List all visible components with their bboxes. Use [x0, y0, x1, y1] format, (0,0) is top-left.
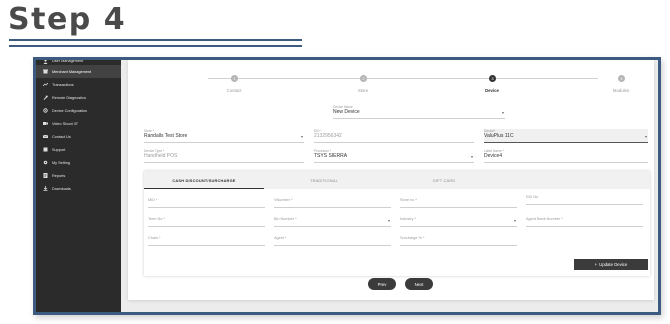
bin-number-select[interactable]: Bin Number * [274, 216, 391, 227]
step-3-label: Device [485, 88, 499, 93]
heading-underline-top [9, 39, 302, 41]
edi-no-input[interactable]: EDI No [526, 194, 643, 205]
processor-tabs-card: CASH DISCOUNT/SURCHARGE TRADITIONAL GIFT… [144, 171, 650, 276]
sidebar-item-label: Transactions [52, 82, 74, 87]
sidebar-item-label: Support [52, 147, 66, 152]
device-type-field[interactable]: Device Type * Handheld POS [144, 149, 304, 163]
main-content: 1 2 3 4 Contact Store Device Modules Dev… [128, 60, 654, 300]
report-icon [42, 173, 48, 179]
device-name-select[interactable]: Device Name New Device [333, 105, 505, 119]
sidebar-item-contact-us[interactable]: Contact Us [36, 130, 121, 143]
step-connector [208, 78, 338, 79]
agent-bank-number-input[interactable]: Agent Bank Number * [526, 216, 643, 227]
sidebar-item-label: Merchant Management [52, 69, 92, 74]
step-connector [338, 78, 468, 79]
chevron-down-icon [502, 112, 504, 114]
gear-icon [42, 108, 48, 114]
industry-select[interactable]: Industry * [400, 216, 517, 227]
store-select[interactable]: Store * Randalls Test Store [144, 129, 304, 143]
support-icon [42, 147, 48, 153]
step-2-label: Store [357, 88, 369, 93]
update-device-button[interactable]: + Update Device [574, 259, 648, 270]
label-name-field[interactable]: Label Name * Device4 [484, 149, 648, 163]
term-no-input[interactable]: Term No * [148, 216, 265, 227]
plus-icon: + [594, 262, 598, 267]
step-connector [468, 78, 598, 79]
download-icon [42, 186, 48, 192]
sidebar: User Management Merchant Management Tran… [36, 60, 121, 312]
sidebar-item-label: Contact Us [52, 134, 71, 139]
heading-underline-bottom [9, 45, 302, 47]
chevron-down-icon [301, 136, 303, 138]
chevron-down-icon [645, 136, 647, 138]
sidebar-item-label: Video Shoot IIT [52, 121, 79, 126]
sidebar-item-label: Remote Diagnostics [52, 95, 86, 100]
sidebar-item-merchant-management[interactable]: Merchant Management [36, 65, 121, 78]
sidebar-item-label: User Management [52, 59, 84, 63]
sidebar-item-user-management[interactable]: User Management [36, 59, 121, 65]
step-2-circle[interactable]: 2 [360, 74, 367, 82]
step-4-circle[interactable]: 4 [618, 74, 625, 82]
sidebar-item-label: My Setting [52, 160, 70, 165]
chevron-down-icon [471, 156, 473, 158]
setting-icon [42, 160, 48, 166]
page-heading: Step 4 [8, 2, 127, 37]
prev-button[interactable]: Prev [368, 278, 396, 290]
sidebar-item-my-setting[interactable]: My Setting [36, 156, 121, 169]
step-1-label: Contact [226, 88, 242, 93]
processor-select[interactable]: Processor * TSYS SIERRA [314, 149, 474, 163]
mid-input[interactable]: MID * [148, 197, 265, 208]
tab-cash-discount-surcharge[interactable]: CASH DISCOUNT/SURCHARGE [144, 171, 264, 189]
sidebar-item-label: Downloads [52, 186, 71, 191]
store-icon [42, 69, 48, 75]
sidebar-item-video-shoot[interactable]: Video Shoot IIT [36, 117, 121, 130]
sidebar-item-transactions[interactable]: Transactions [36, 78, 121, 91]
tab-traditional[interactable]: TRADITIONAL [264, 171, 384, 189]
surcharge-percent-input[interactable]: Surcharge % * [400, 235, 517, 246]
video-icon [42, 121, 48, 127]
wizard-stepper: 1 2 3 4 Contact Store Device Modules [128, 60, 654, 100]
store-no-input[interactable]: Store no * [400, 197, 517, 208]
wrench-icon [42, 95, 48, 101]
agent-input[interactable]: Agent * [274, 235, 391, 246]
user-icon [42, 60, 48, 64]
sidebar-item-downloads[interactable]: Downloads [36, 182, 121, 195]
chevron-down-icon [514, 220, 516, 222]
vnumber-input[interactable]: VNumber * [274, 197, 391, 208]
step-1-circle[interactable]: 1 [231, 74, 238, 82]
chain-input[interactable]: Chain * [148, 235, 265, 246]
envelope-icon [42, 134, 48, 140]
sidebar-item-label: Reports [52, 173, 66, 178]
sidebar-item-label: Device Configuration [52, 108, 88, 113]
screenshot-frame: User Management Merchant Management Tran… [33, 57, 661, 315]
chevron-down-icon [388, 220, 390, 222]
active-tab-indicator [144, 188, 264, 189]
tab-bar: CASH DISCOUNT/SURCHARGE TRADITIONAL GIFT… [144, 171, 650, 189]
step-3-circle[interactable]: 3 [489, 74, 496, 82]
tab-gift-card[interactable]: GIFT CARD [384, 171, 504, 189]
sidebar-item-device-configuration[interactable]: Device Configuration [36, 104, 121, 117]
sidebar-item-remote-diagnostics[interactable]: Remote Diagnostics [36, 91, 121, 104]
sidebar-item-reports[interactable]: Reports [36, 169, 121, 182]
sidebar-item-support[interactable]: Support [36, 143, 121, 156]
device-select[interactable]: Device* ValuPlus 11C [484, 129, 648, 143]
eid-field[interactable]: EID * 2132956342 [314, 129, 474, 143]
next-button[interactable]: Next [405, 278, 433, 290]
step-4-label: Modules [612, 88, 630, 93]
trend-icon [42, 82, 48, 88]
